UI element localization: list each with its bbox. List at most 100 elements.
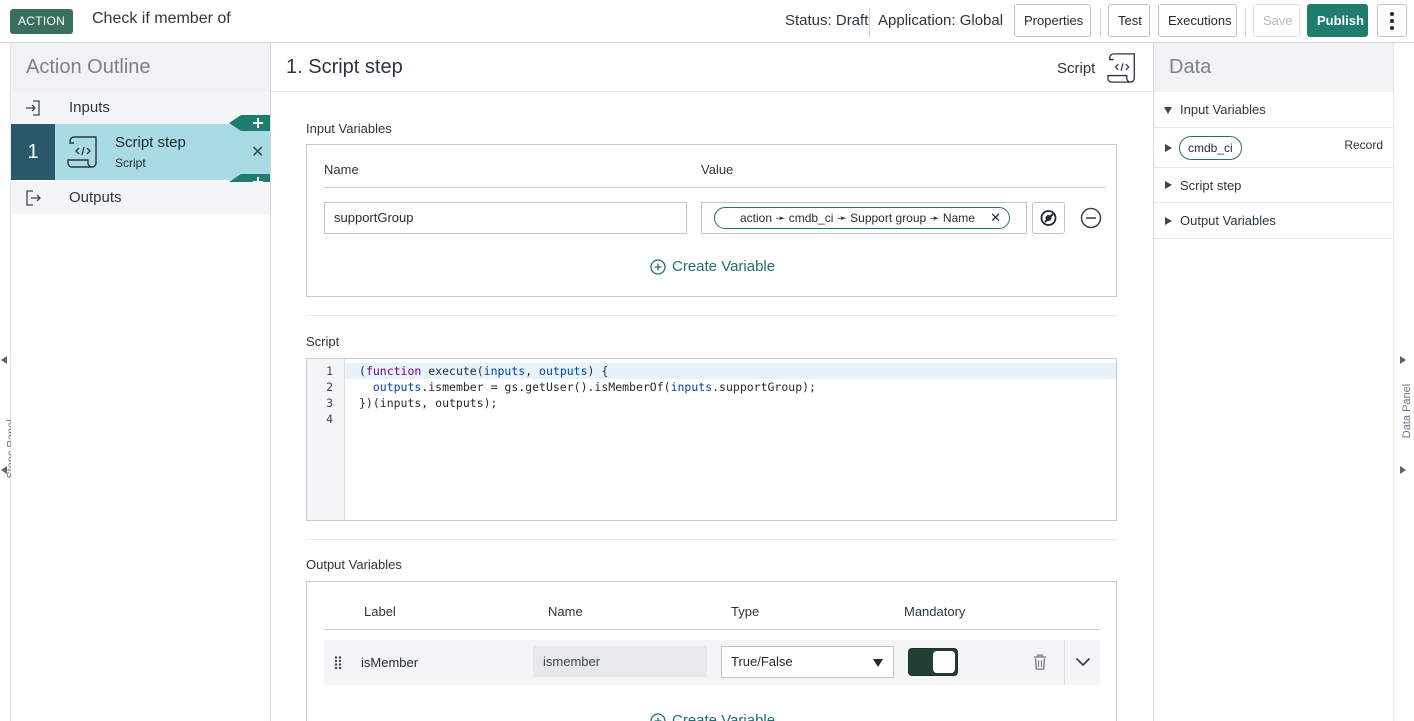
- action-badge: ACTION: [10, 9, 74, 34]
- action-outline-panel: Action Outline Inputs 1 Script step Scri…: [11, 43, 271, 721]
- collapse-left-icon[interactable]: [1, 466, 7, 474]
- tree-input-variables[interactable]: Input Variables: [1154, 92, 1393, 128]
- header-divider: [324, 187, 1106, 188]
- output-variables-label: Output Variables: [306, 557, 402, 572]
- plus-circle-icon: [650, 258, 666, 275]
- header-divider: [869, 8, 870, 36]
- cmdb-ci-pill[interactable]: cmdb_ci: [1179, 136, 1242, 160]
- input-variable-value-field[interactable]: action ➛ cmdb_ci ➛ Support group ➛ Name …: [701, 202, 1027, 234]
- row-divider: [1064, 640, 1065, 685]
- status-text: Status: Draft: [785, 12, 869, 29]
- data-panel-rail[interactable]: Data Panel: [1393, 43, 1414, 721]
- step-type: Script: [115, 156, 146, 170]
- script-label: Script: [306, 334, 340, 349]
- step-type-label: Script: [1057, 60, 1096, 77]
- sign-out-icon: [26, 190, 41, 206]
- caret-right-icon: [1165, 217, 1172, 225]
- drag-handle-icon[interactable]: [334, 656, 342, 669]
- step-editor: 1. Script step Script Input Variables Na…: [271, 43, 1153, 721]
- remove-variable-icon[interactable]: [1080, 207, 1102, 229]
- output-variable-row: isMember ismember True/False: [324, 640, 1100, 685]
- section-divider: [306, 315, 1117, 316]
- code-line-1: (function execute(inputs, outputs) {: [345, 363, 1116, 379]
- page-title: 1. Script step: [286, 56, 403, 78]
- application-text: Application: Global: [878, 12, 1004, 29]
- line-number: 4: [326, 412, 333, 426]
- output-col-mandatory: Mandatory: [904, 604, 966, 619]
- outline-title: Action Outline: [11, 43, 270, 92]
- outline-inputs-label: Inputs: [69, 99, 110, 116]
- sign-in-icon: [26, 100, 40, 116]
- collapse-right-icon[interactable]: [1400, 466, 1406, 474]
- executions-button[interactable]: Executions: [1158, 4, 1237, 37]
- toggle-knob: [933, 651, 955, 673]
- output-col-name: Name: [548, 604, 583, 619]
- script-scroll-icon: [67, 136, 97, 168]
- pill-picker-icon: [1040, 210, 1057, 226]
- collapse-left-icon[interactable]: [1, 356, 7, 364]
- header-divider: [324, 629, 1100, 630]
- output-col-type: Type: [731, 604, 760, 619]
- data-panel-rail-label: Data Panel: [1401, 383, 1414, 439]
- create-variable-label: Create Variable: [672, 258, 776, 275]
- data-panel: Data Input Variables cmdb_ci Record Scri…: [1153, 43, 1393, 721]
- data-pill[interactable]: action ➛ cmdb_ci ➛ Support group ➛ Name …: [714, 207, 1010, 229]
- cmdb-ci-type: Record: [1344, 138, 1383, 152]
- section-divider: [306, 539, 1117, 540]
- chevron-down-icon[interactable]: [1075, 657, 1091, 667]
- top-header: ACTION Check if member of Status: Draft …: [0, 0, 1414, 43]
- line-number: 2: [326, 380, 333, 394]
- data-pill-picker-button[interactable]: [1032, 202, 1065, 234]
- mandatory-toggle[interactable]: [908, 648, 958, 676]
- tree-script-step-label: Script step: [1180, 178, 1242, 193]
- header-divider: [1100, 8, 1101, 36]
- line-number: 1: [326, 364, 333, 378]
- properties-button[interactable]: Properties: [1014, 4, 1091, 37]
- remove-step-icon[interactable]: ✕: [251, 142, 264, 162]
- publish-button[interactable]: Publish: [1307, 4, 1368, 37]
- output-type-select[interactable]: True/False: [721, 646, 894, 678]
- step-name: Script step: [115, 134, 186, 151]
- line-number-gutter: 1 2 3 4: [307, 359, 345, 520]
- create-output-variable-button[interactable]: Create Variable: [650, 712, 775, 721]
- create-variable-label: Create Variable: [672, 712, 776, 721]
- tree-output-variables-label: Output Variables: [1180, 213, 1276, 228]
- plus-circle-icon: [650, 712, 666, 721]
- code-line-2: outputs.ismember = gs.getUser().isMember…: [372, 380, 816, 394]
- input-variables-box: Name Value supportGroup action ➛ cmdb_ci…: [306, 144, 1117, 297]
- script-editor[interactable]: 1 2 3 4 (function execute(inputs, output…: [306, 358, 1117, 521]
- outline-outputs[interactable]: Outputs: [11, 182, 270, 214]
- script-scroll-icon: [1107, 53, 1135, 83]
- collapse-right-icon[interactable]: [1400, 356, 1406, 364]
- save-button[interactable]: Save: [1253, 4, 1300, 37]
- output-label-value[interactable]: isMember: [361, 655, 418, 670]
- steps-panel-rail[interactable]: Steps Panel: [0, 43, 18, 721]
- tree-script-step[interactable]: Script step: [1154, 168, 1393, 203]
- add-step-above-icon[interactable]: [229, 115, 270, 131]
- input-variables-label: Input Variables: [306, 121, 392, 136]
- test-button[interactable]: Test: [1108, 4, 1150, 37]
- step-editor-header: 1. Script step Script: [271, 43, 1153, 92]
- output-col-label: Label: [364, 604, 396, 619]
- outline-step-1[interactable]: 1 Script step Script ✕: [11, 124, 270, 180]
- tree-input-variables-label: Input Variables: [1180, 102, 1266, 117]
- step-number: 1: [11, 124, 55, 180]
- input-col-value: Value: [701, 162, 734, 177]
- caret-right-icon: [1165, 181, 1172, 189]
- data-panel-title: Data: [1154, 43, 1393, 92]
- trash-icon[interactable]: [1033, 654, 1047, 670]
- more-options-icon[interactable]: [1377, 4, 1407, 37]
- output-name-field: ismember: [533, 646, 707, 677]
- tree-output-variables[interactable]: Output Variables: [1154, 203, 1393, 239]
- code-line-3: })(inputs, outputs);: [359, 396, 498, 410]
- tree-cmdb-ci[interactable]: cmdb_ci Record: [1154, 128, 1393, 168]
- output-type-value: True/False: [731, 654, 793, 669]
- create-input-variable-button[interactable]: Create Variable: [650, 258, 775, 275]
- input-col-name: Name: [324, 162, 359, 177]
- clear-pill-icon[interactable]: ✕: [990, 208, 1001, 228]
- input-variable-name-field[interactable]: supportGroup: [324, 202, 687, 234]
- action-title: Check if member of: [92, 10, 231, 27]
- output-variables-box: Label Name Type Mandatory isMember ismem…: [306, 581, 1117, 721]
- line-number: 3: [326, 396, 333, 410]
